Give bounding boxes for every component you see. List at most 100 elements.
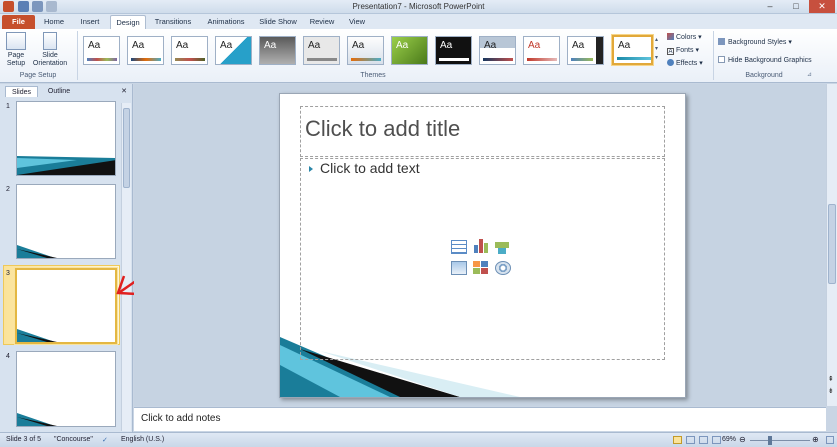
theme-sample: Aa (618, 40, 631, 51)
notes-placeholder[interactable]: Click to add notes (141, 413, 221, 424)
minimize-button[interactable]: – (757, 0, 783, 13)
tab-insert[interactable]: Insert (72, 15, 108, 29)
fonts-button[interactable]: A Fonts ▾ (667, 46, 699, 55)
theme-sample: Aa (264, 40, 277, 51)
slide-orientation-label: Slide Orientation (32, 52, 68, 67)
background-styles-button[interactable]: Background Styles ▾ (718, 38, 792, 47)
insert-smartart-icon[interactable] (495, 240, 511, 254)
themes-more-arrow-icon[interactable]: ▴ ▾ ▾ (655, 36, 658, 63)
slide-thumbnail-3[interactable] (15, 268, 117, 344)
theme-9[interactable]: Aa (435, 36, 472, 65)
theme-11[interactable]: Aa (523, 36, 560, 65)
theme-7[interactable]: Aa (347, 36, 384, 65)
slide-orientation-button[interactable]: Slide Orientation (30, 32, 70, 68)
theme-sample: Aa (440, 40, 453, 51)
tab-home[interactable]: Home (38, 15, 70, 29)
insert-picture-icon[interactable] (451, 261, 467, 275)
colors-icon (667, 33, 674, 40)
tab-file[interactable]: File (2, 15, 35, 29)
checkbox-icon (718, 56, 725, 63)
tab-design[interactable]: Design (110, 15, 146, 29)
slide-sorter-view-icon[interactable] (686, 436, 695, 444)
theme-4[interactable]: Aa (215, 36, 252, 65)
maximize-button[interactable]: □ (783, 0, 809, 13)
slide-number: 1 (6, 103, 10, 110)
language-status[interactable]: English (U.S.) (121, 436, 164, 443)
notes-pane[interactable] (134, 407, 826, 431)
slide-title-placeholder[interactable]: Click to add title (305, 116, 460, 142)
slide-show-view-icon[interactable] (712, 436, 721, 444)
ribbon: Page Setup Slide Orientation Page Setup … (0, 29, 837, 83)
theme-2[interactable]: Aa (127, 36, 164, 65)
themes-group-label: Themes (360, 72, 386, 79)
theme-sample: Aa (484, 40, 497, 51)
insert-table-icon[interactable] (451, 240, 467, 254)
slide-decoration (17, 156, 115, 175)
slide-thumbnail-1[interactable] (16, 101, 116, 176)
theme-color-bar (439, 58, 469, 61)
reading-view-icon[interactable] (699, 436, 708, 444)
scrollbar-thumb[interactable] (828, 204, 836, 284)
theme-office[interactable]: Aa (83, 36, 120, 65)
previous-slide-icon[interactable]: ⇞ (828, 376, 834, 383)
tab-review[interactable]: Review (304, 15, 340, 29)
tab-animations[interactable]: Animations (200, 15, 252, 29)
effects-button[interactable]: Effects ▾ (667, 59, 703, 68)
effects-icon (667, 59, 674, 66)
theme-color-bar (483, 58, 513, 61)
tab-transitions[interactable]: Transitions (148, 15, 198, 29)
theme-sample: Aa (88, 40, 101, 51)
zoom-out-icon[interactable]: ⊖ (739, 435, 746, 444)
theme-6[interactable]: Aa (303, 36, 340, 65)
theme-3[interactable]: Aa (171, 36, 208, 65)
close-button[interactable]: ✕ (809, 0, 835, 13)
spell-check-icon[interactable]: ✓ (102, 436, 108, 444)
effects-label: Effects (676, 60, 698, 67)
insert-media-icon[interactable] (495, 261, 511, 275)
slide-decoration (17, 413, 57, 426)
colors-button[interactable]: Colors ▾ (667, 33, 702, 42)
page-setup-group-label: Page Setup (19, 72, 57, 79)
tab-slides[interactable]: Slides (5, 86, 38, 97)
theme-8[interactable]: Aa (391, 36, 428, 65)
theme-5[interactable]: Aa (259, 36, 296, 65)
next-slide-icon[interactable]: ⇟ (828, 388, 834, 395)
tab-view[interactable]: View (342, 15, 372, 29)
insert-clip-art-icon[interactable] (473, 261, 489, 275)
theme-sample: Aa (220, 40, 233, 51)
slide-body-placeholder[interactable]: Click to add text (320, 160, 420, 176)
theme-color-bar (617, 57, 651, 60)
theme-color-bar (175, 58, 205, 61)
slide-number: 3 (6, 270, 10, 277)
background-group-label: Background (745, 72, 783, 79)
scrollbar-thumb[interactable] (123, 108, 130, 188)
insert-chart-icon[interactable] (473, 239, 489, 253)
slide-orientation-icon (43, 32, 57, 50)
slide-decoration (17, 329, 57, 342)
theme-sample: Aa (176, 40, 189, 51)
zoom-level[interactable]: 69% (722, 436, 736, 443)
fit-to-window-icon[interactable] (826, 436, 834, 444)
zoom-in-icon[interactable]: ⊕ (812, 435, 819, 444)
tab-outline[interactable]: Outline (40, 86, 78, 97)
tab-slide-show[interactable]: Slide Show (254, 15, 302, 29)
panel-close-icon[interactable]: ✕ (118, 86, 130, 97)
theme-10[interactable]: Aa (479, 36, 516, 65)
slide-thumbnail-2[interactable] (16, 184, 116, 259)
fonts-icon: A (667, 48, 674, 55)
theme-sample: Aa (132, 40, 145, 51)
theme-concourse-selected[interactable]: Aa (612, 35, 653, 65)
theme-color-bar (87, 58, 117, 61)
content-placeholder-box[interactable] (300, 158, 665, 360)
page-setup-button[interactable]: Page Setup (3, 32, 29, 68)
theme-color-bar (131, 58, 161, 61)
window-title: Presentation7 - Microsoft PowerPoint (352, 2, 485, 11)
slide-thumbnail-4[interactable] (16, 351, 116, 427)
hide-background-graphics-checkbox[interactable]: Hide Background Graphics (718, 56, 812, 65)
normal-view-icon[interactable] (673, 436, 682, 444)
main-vertical-scrollbar[interactable]: ⇞ ⇟ (826, 84, 837, 406)
theme-12[interactable]: Aa (567, 36, 604, 65)
background-dialog-launcher-icon[interactable]: ⊿ (807, 71, 812, 80)
zoom-slider[interactable] (750, 440, 810, 441)
zoom-slider-thumb[interactable] (768, 436, 772, 445)
